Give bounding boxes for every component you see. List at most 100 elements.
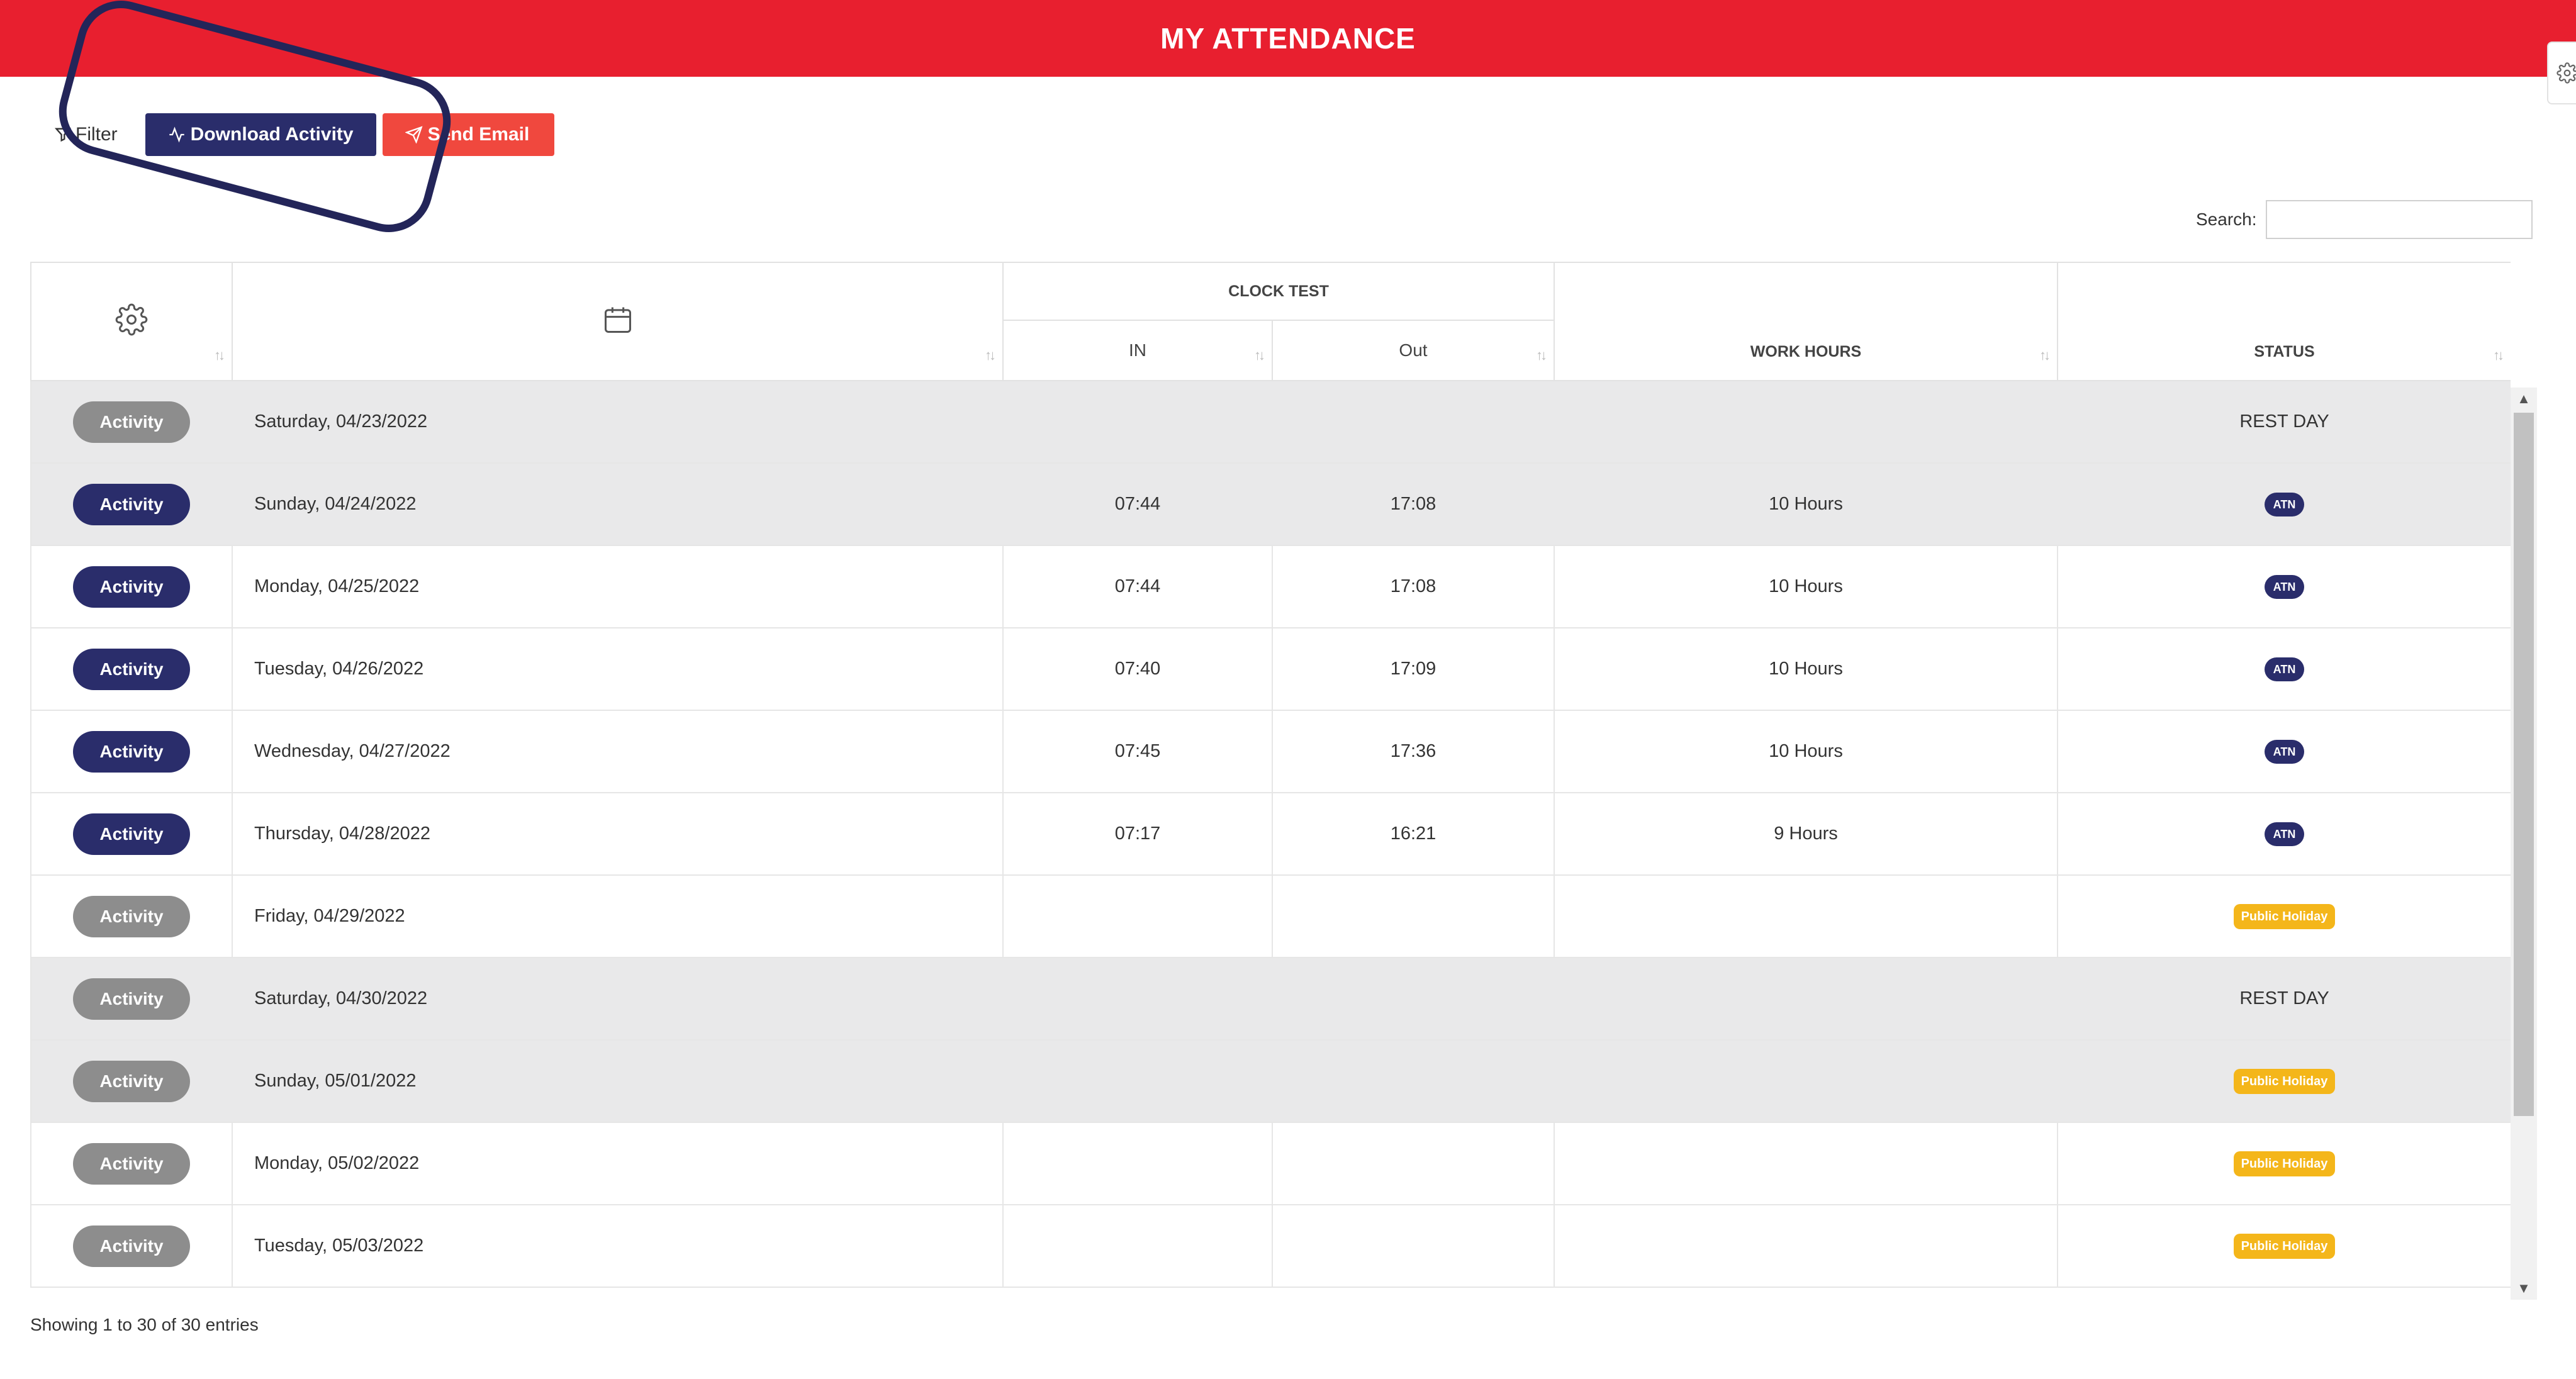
- activity-button[interactable]: Activity: [73, 566, 190, 608]
- filter-button[interactable]: Filter: [54, 124, 118, 145]
- work-hours-cell: 9 Hours: [1554, 793, 2058, 876]
- status-cell: ATN: [2058, 545, 2511, 628]
- date-cell: Saturday, 04/30/2022: [232, 957, 1004, 1041]
- clock-out-cell: [1272, 957, 1555, 1041]
- activity-button[interactable]: Activity: [73, 401, 190, 443]
- activity-button[interactable]: Activity: [73, 1142, 190, 1185]
- clock-in-cell: 07:40: [1003, 628, 1273, 711]
- status-cell: Public Holiday: [2058, 875, 2511, 958]
- column-in-header[interactable]: IN ↑↓: [1002, 320, 1273, 381]
- scrollbar-thumb[interactable]: [2514, 413, 2534, 1116]
- clock-in-cell: [1003, 957, 1273, 1041]
- activity-cell: Activity: [30, 463, 233, 546]
- search-label: Search:: [2196, 209, 2257, 229]
- work-hours-cell: 10 Hours: [1554, 463, 2058, 546]
- download-activity-label: Download Activity: [190, 124, 354, 145]
- activity-cell: Activity: [30, 1040, 233, 1123]
- status-badge: Public Holiday: [2233, 1151, 2336, 1176]
- table-row: Activity Sunday, 04/24/2022 07:44 17:08 …: [30, 463, 2511, 546]
- send-email-label: Send Email: [427, 124, 530, 145]
- status-badge: Public Holiday: [2233, 903, 2336, 929]
- date-cell: Tuesday, 04/26/2022: [232, 628, 1004, 711]
- clock-out-cell: [1272, 1040, 1555, 1123]
- column-date-header[interactable]: ↑↓: [232, 262, 1004, 381]
- clock-in-cell: 07:45: [1003, 710, 1273, 793]
- status-badge: ATN: [2264, 574, 2305, 599]
- date-cell: Friday, 04/29/2022: [232, 875, 1004, 958]
- page-title: MY ATTENDANCE: [1160, 22, 1416, 55]
- search-input[interactable]: [2265, 200, 2533, 239]
- download-activity-button[interactable]: Download Activity: [145, 113, 376, 156]
- filter-label: Filter: [76, 124, 118, 145]
- work-hours-cell: [1554, 1122, 2058, 1205]
- column-status-header[interactable]: STATUS ↑↓: [2057, 262, 2511, 381]
- work-hours-cell: 10 Hours: [1554, 545, 2058, 628]
- activity-button[interactable]: Activity: [73, 978, 190, 1020]
- activity-button[interactable]: Activity: [73, 813, 190, 855]
- activity-cell: Activity: [30, 381, 233, 464]
- table-row: Activity Monday, 04/25/2022 07:44 17:08 …: [30, 545, 2511, 628]
- status-cell: ATN: [2058, 463, 2511, 546]
- activity-button[interactable]: Activity: [73, 1060, 190, 1102]
- clock-out-cell: [1272, 1205, 1555, 1288]
- column-out-header[interactable]: Out ↑↓: [1272, 320, 1555, 381]
- scroll-up-arrow-icon[interactable]: ▲: [2511, 388, 2537, 410]
- table-row: Activity Tuesday, 05/03/2022 Public Holi…: [30, 1205, 2511, 1288]
- filter-icon: [54, 128, 72, 142]
- column-settings-header[interactable]: ↑↓: [30, 262, 233, 381]
- status-cell: ATN: [2058, 710, 2511, 793]
- out-label: Out: [1399, 340, 1428, 360]
- clock-out-cell: 17:08: [1272, 545, 1555, 628]
- status-badge: Public Holiday: [2233, 1068, 2336, 1094]
- activity-button[interactable]: Activity: [73, 648, 190, 690]
- work-hours-cell: [1554, 1205, 2058, 1288]
- activity-button[interactable]: Activity: [73, 1225, 190, 1267]
- clock-in-cell: 07:44: [1003, 545, 1273, 628]
- date-cell: Monday, 04/25/2022: [232, 545, 1004, 628]
- table-row: Activity Tuesday, 04/26/2022 07:40 17:09…: [30, 628, 2511, 711]
- table-row: Activity Friday, 04/29/2022 Public Holid…: [30, 875, 2511, 958]
- table-row: Activity Wednesday, 04/27/2022 07:45 17:…: [30, 710, 2511, 793]
- clock-out-cell: [1272, 1122, 1555, 1205]
- status-badge: ATN: [2264, 739, 2305, 764]
- work-hours-cell: [1554, 957, 2058, 1041]
- activity-cell: Activity: [30, 1122, 233, 1205]
- date-cell: Monday, 05/02/2022: [232, 1122, 1004, 1205]
- date-cell: Wednesday, 04/27/2022: [232, 710, 1004, 793]
- status-cell: ATN: [2058, 793, 2511, 876]
- date-cell: Saturday, 04/23/2022: [232, 381, 1004, 464]
- scroll-down-arrow-icon[interactable]: ▼: [2511, 1277, 2537, 1300]
- attendance-table-wrapper: ↑↓ ↑↓ CLOCK TEST WORK HOURS ↑↓ STATUS ↑↓: [30, 262, 2511, 1300]
- settings-tab[interactable]: [2547, 42, 2576, 104]
- work-hours-cell: [1554, 381, 2058, 464]
- activity-cell: Activity: [30, 710, 233, 793]
- activity-button[interactable]: Activity: [73, 730, 190, 773]
- table-row: Activity Thursday, 04/28/2022 07:17 16:2…: [30, 793, 2511, 876]
- status-cell: Public Holiday: [2058, 1205, 2511, 1288]
- clock-out-cell: 17:09: [1272, 628, 1555, 711]
- date-cell: Sunday, 05/01/2022: [232, 1040, 1004, 1123]
- date-cell: Sunday, 04/24/2022: [232, 463, 1004, 546]
- send-email-button[interactable]: Send Email: [382, 113, 555, 156]
- column-work-hours-header[interactable]: WORK HOURS ↑↓: [1554, 262, 2058, 381]
- status-cell: ATN: [2058, 628, 2511, 711]
- table-row: Activity Saturday, 04/23/2022 REST DAY: [30, 381, 2511, 464]
- clock-out-cell: 16:21: [1272, 793, 1555, 876]
- sort-icon: ↑↓: [1254, 347, 1265, 363]
- activity-button[interactable]: Activity: [73, 895, 190, 937]
- sort-icon: ↑↓: [2039, 347, 2051, 363]
- attendance-table: ↑↓ ↑↓ CLOCK TEST WORK HOURS ↑↓ STATUS ↑↓: [30, 262, 2511, 1288]
- clock-in-cell: [1003, 1205, 1273, 1288]
- activity-cell: Activity: [30, 1205, 233, 1288]
- sort-icon: ↑↓: [985, 347, 996, 363]
- table-scrollbar[interactable]: ▲ ▼: [2511, 388, 2537, 1300]
- activity-button[interactable]: Activity: [73, 483, 190, 525]
- gear-icon: [2556, 62, 2576, 84]
- clock-out-cell: 17:36: [1272, 710, 1555, 793]
- clock-in-cell: [1003, 1122, 1273, 1205]
- activity-cell: Activity: [30, 545, 233, 628]
- work-hours-label: WORK HOURS: [1750, 343, 1862, 360]
- status-badge: ATN: [2264, 492, 2305, 516]
- date-cell: Tuesday, 05/03/2022: [232, 1205, 1004, 1288]
- clock-out-cell: 17:08: [1272, 463, 1555, 546]
